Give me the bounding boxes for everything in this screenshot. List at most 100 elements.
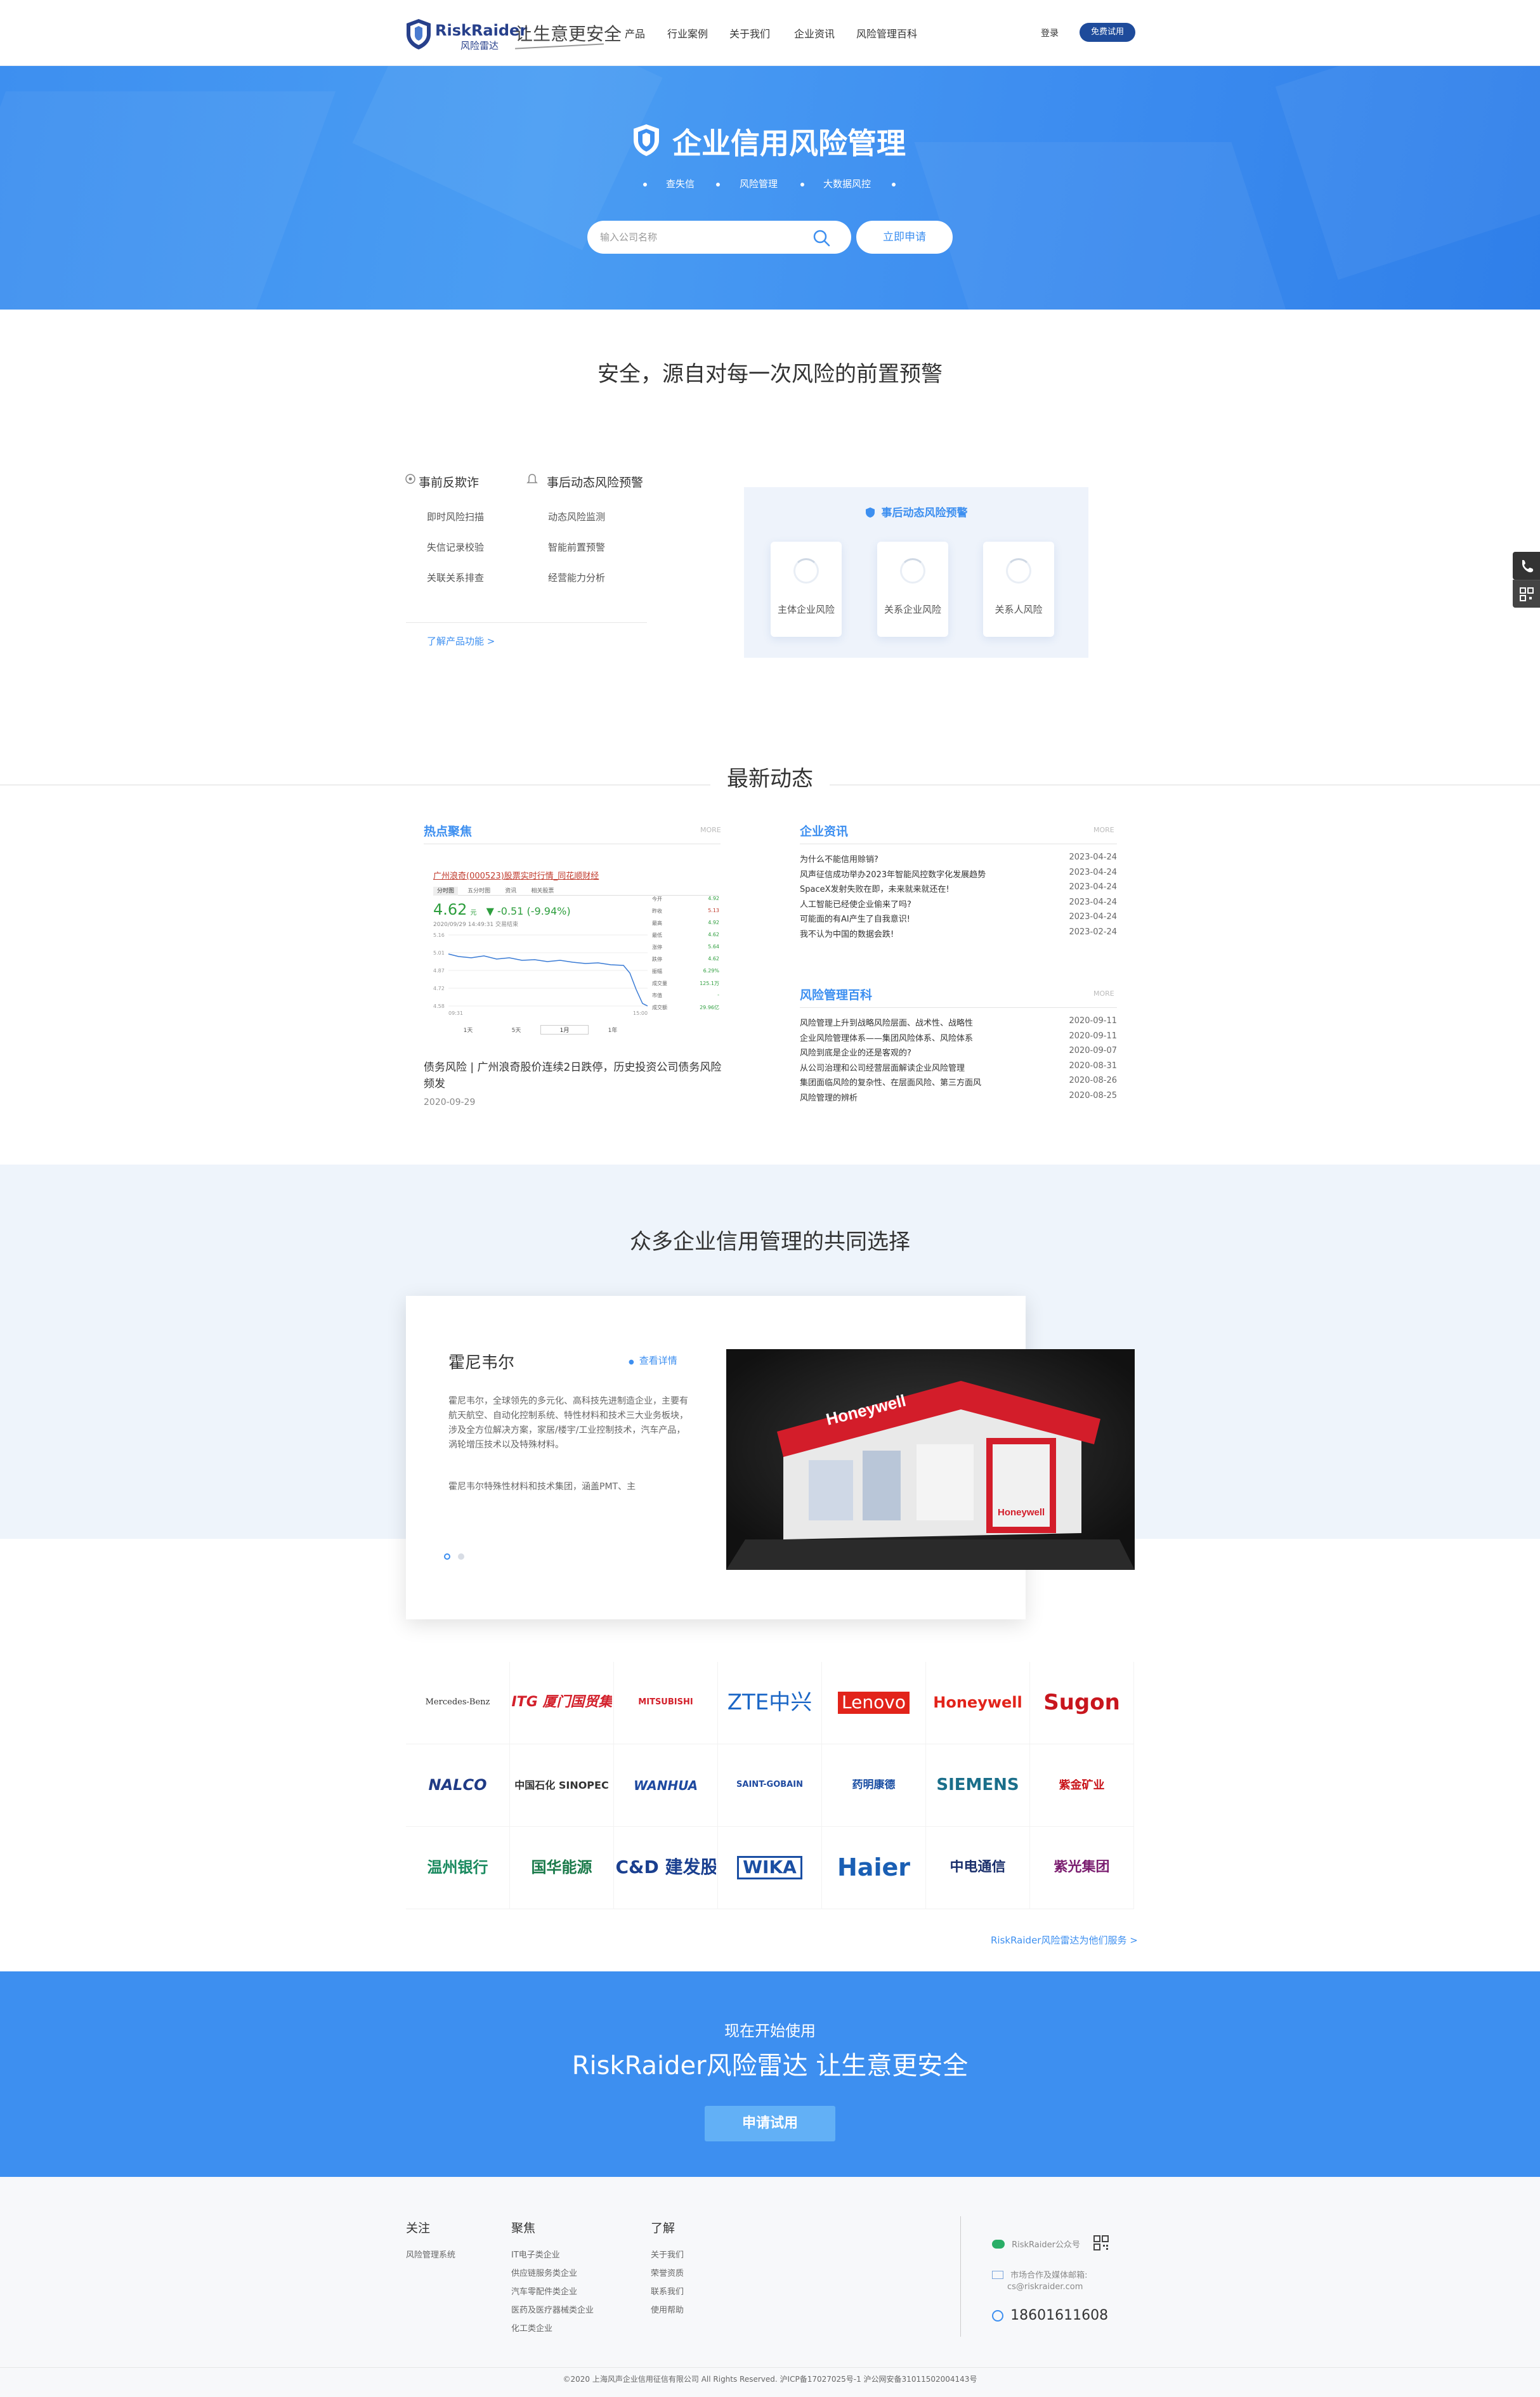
search-icon[interactable] — [812, 228, 831, 247]
footer-link[interactable]: IT电子类企业 — [511, 2248, 560, 2260]
apply-now-button[interactable]: 立即申请 — [856, 221, 953, 254]
riskraider-logo[interactable]: RiskRaider 风险雷达 — [405, 18, 527, 51]
footer-link[interactable]: 关于我们 — [651, 2248, 684, 2260]
news-list-item[interactable]: 风险管理的辨析 2020-08-25 — [800, 1091, 1117, 1105]
client-logo: 紫金矿业 — [1030, 1744, 1134, 1827]
apply-trial-button[interactable]: 申请试用 — [705, 2106, 835, 2141]
side-phone-button[interactable] — [1513, 552, 1540, 580]
stock-stat-label: 跌停 — [652, 957, 662, 962]
news-list-item[interactable]: 风险管理上升到战略风险层面、战术性、战略性 2020-09-11 — [800, 1016, 1117, 1030]
email-label-row: 市场合作及媒体邮箱: — [992, 2268, 1087, 2280]
risk-card-related-person[interactable]: 关系人风险 — [983, 542, 1054, 637]
news-item-title[interactable]: 人工智能已经使企业偷来了吗? — [800, 898, 911, 910]
cta-subtitle: 现在开始使用 — [724, 2022, 816, 2040]
footer-link[interactable]: 荣誉资质 — [651, 2266, 684, 2278]
stock-stat-label: 市值 — [652, 993, 662, 998]
carousel-dot[interactable] — [458, 1553, 464, 1560]
news-list-item[interactable]: 风声征信成功举办2023年智能风控数字化发展趋势 2023-04-24 — [800, 868, 1117, 882]
news-section-title: 最新动态 — [727, 766, 813, 792]
company-news-heading[interactable]: 企业资讯 — [800, 822, 848, 839]
company-news-more-link[interactable]: MORE — [1093, 826, 1114, 834]
risk-card-related-company[interactable]: 关系企业风险 — [877, 542, 948, 637]
footer-link[interactable]: 联系我们 — [651, 2285, 684, 2297]
wiki-more-link[interactable]: MORE — [1093, 989, 1114, 998]
news-list-item[interactable]: 可能面的有AI产生了自我意识! 2023-04-24 — [800, 912, 1117, 926]
news-item-title[interactable]: 风险到底是企业的还是客观的? — [800, 1046, 911, 1058]
learn-features-link[interactable]: 了解产品功能 > — [427, 634, 495, 648]
cta-title: RiskRaider风险雷达 让生意更安全 — [571, 2051, 969, 2080]
feature-item[interactable]: 智能前置预警 — [548, 540, 605, 554]
news-list-item[interactable]: 集团面临风险的复杂性、在层面风险、第三方面风 2020-08-26 — [800, 1076, 1117, 1090]
carousel-dot-active[interactable] — [444, 1553, 450, 1560]
news-list-item[interactable]: 人工智能已经使企业偷来了吗? 2023-04-24 — [800, 898, 1117, 911]
feature-item[interactable]: 经营能力分析 — [548, 571, 605, 584]
feature-item[interactable]: 即时风险扫描 — [427, 510, 484, 523]
clients-more-link[interactable]: RiskRaider风险雷达为他们服务 > — [991, 1933, 1138, 1947]
client-logo-text: WIKA — [737, 1856, 802, 1879]
client-logo: Lenovo — [822, 1662, 926, 1744]
news-item-title[interactable]: 从公司治理和公司经营层面解读企业风险管理 — [800, 1061, 965, 1073]
news-list-item[interactable]: 我不认为中国的数据会跌! 2023-02-24 — [800, 927, 1117, 941]
feature-col2-title: 事后动态风险预警 — [547, 476, 644, 490]
client-logo-grid: Mercedes-Benz ITG 厦门国贸集团 MITSUBISHI ZTE中兴 Le… — [406, 1662, 1135, 1909]
footer-link[interactable]: 供应链服务类企业 — [511, 2266, 577, 2278]
client-logo-text: C&D 建发股份 — [615, 1858, 716, 1878]
footer-link[interactable]: 医药及医疗器械类企业 — [511, 2303, 594, 2315]
nav-about[interactable]: 关于我们 — [729, 25, 770, 41]
login-link[interactable]: 登录 — [1041, 27, 1059, 39]
footer-link[interactable]: 化工类企业 — [511, 2322, 552, 2334]
company-search-box — [587, 221, 851, 254]
stock-stat-row: 最高 4.92 — [652, 920, 721, 927]
stock-stat-value: 29.96亿 — [700, 1005, 719, 1010]
client-logo: 中国石化 SINOPEC — [510, 1744, 614, 1827]
news-item-title[interactable]: 风声征信成功举办2023年智能风控数字化发展趋势 — [800, 868, 986, 880]
news-item-title[interactable]: 风险管理上升到战略风险层面、战术性、战略性 — [800, 1016, 973, 1028]
hot-news-caption[interactable]: 债务风险 | 广州浪奇股价连续2日跌停，历史投资公司债务风险频发 — [424, 1059, 722, 1092]
news-item-title[interactable]: SpaceX发射失败在即，未来就来就还在! — [800, 882, 949, 894]
phone-icon — [992, 2310, 1003, 2322]
nav-products[interactable]: 产品 — [625, 25, 645, 41]
news-list-item[interactable]: 风险到底是企业的还是客观的? 2020-09-07 — [800, 1046, 1117, 1060]
news-list-item[interactable]: SpaceX发射失败在即，未来就来就还在! 2023-04-24 — [800, 882, 1117, 896]
news-list-item[interactable]: 为什么不能信用赊销? 2023-04-24 — [800, 852, 1117, 866]
tag-dot — [643, 183, 647, 186]
wiki-heading[interactable]: 风险管理百科 — [800, 986, 872, 1003]
footer-link[interactable]: 使用帮助 — [651, 2303, 684, 2315]
risk-card-subject[interactable]: 主体企业风险 — [771, 542, 842, 637]
hot-more-link[interactable]: MORE — [700, 826, 721, 834]
free-trial-button[interactable]: 免费试用 — [1080, 23, 1135, 42]
news-item-title[interactable]: 企业风险管理体系——集团风险体系、风险体系 — [800, 1031, 973, 1043]
case-company-name: 霍尼韦尔 — [448, 1354, 515, 1373]
stock-stat-row: 涨停 5.64 — [652, 944, 721, 951]
nav-wiki[interactable]: 风险管理百科 — [856, 25, 917, 41]
copyright-text: ©2020 上海风声企业信用征信有限公司 All Rights Reserved… — [563, 2375, 977, 2384]
qr-code-icon[interactable] — [1093, 2235, 1109, 2250]
nav-news[interactable]: 企业资讯 — [794, 25, 835, 41]
hero-banner: 企业信用风险管理 查失信 风险管理 大数据风控 立即申请 — [0, 66, 1540, 310]
phone-row[interactable]: 18601611608 — [992, 2308, 1108, 2323]
feature-item[interactable]: 失信记录校验 — [427, 540, 484, 554]
wechat-account[interactable]: RiskRaider公众号 — [992, 2238, 1080, 2250]
news-item-title[interactable]: 我不认为中国的数据会跌! — [800, 927, 894, 939]
side-qr-button[interactable] — [1513, 580, 1540, 608]
contact-email[interactable]: cs@riskraider.com — [1007, 2282, 1083, 2292]
client-logo: C&D 建发股份 — [614, 1827, 718, 1909]
nav-cases[interactable]: 行业案例 — [667, 25, 708, 41]
news-list-item[interactable]: 企业风险管理体系——集团风险体系、风险体系 2020-09-11 — [800, 1031, 1117, 1045]
news-item-date: 2020-09-11 — [1069, 1016, 1117, 1026]
hot-focus-heading[interactable]: 热点聚焦 — [424, 822, 472, 839]
news-item-title[interactable]: 为什么不能信用赊销? — [800, 852, 878, 865]
footer-link[interactable]: 汽车零配件类企业 — [511, 2285, 577, 2297]
news-item-title[interactable]: 可能面的有AI产生了自我意识! — [800, 912, 910, 924]
feature-item[interactable]: 动态风险监测 — [548, 510, 605, 523]
stock-stat-row: 跌停 4.62 — [652, 956, 721, 963]
case-detail-link[interactable]: ● 查看详情 — [629, 1354, 677, 1367]
feature-item[interactable]: 关联关系排查 — [427, 571, 484, 584]
footer-link[interactable]: 风险管理系统 — [406, 2248, 455, 2260]
company-search-input[interactable] — [600, 221, 809, 254]
news-list-item[interactable]: 从公司治理和公司经营层面解读企业风险管理 2020-08-31 — [800, 1061, 1117, 1075]
stock-chart-image[interactable]: 广州浪奇(000523)股票实时行情_同花顺财经 分时图 五分时图 资讯 相关股… — [431, 861, 721, 1036]
news-item-title[interactable]: 风险管理的辨析 — [800, 1091, 858, 1103]
news-item-title[interactable]: 集团面临风险的复杂性、在层面风险、第三方面风 — [800, 1076, 981, 1088]
client-logo: Mercedes-Benz — [406, 1662, 510, 1744]
